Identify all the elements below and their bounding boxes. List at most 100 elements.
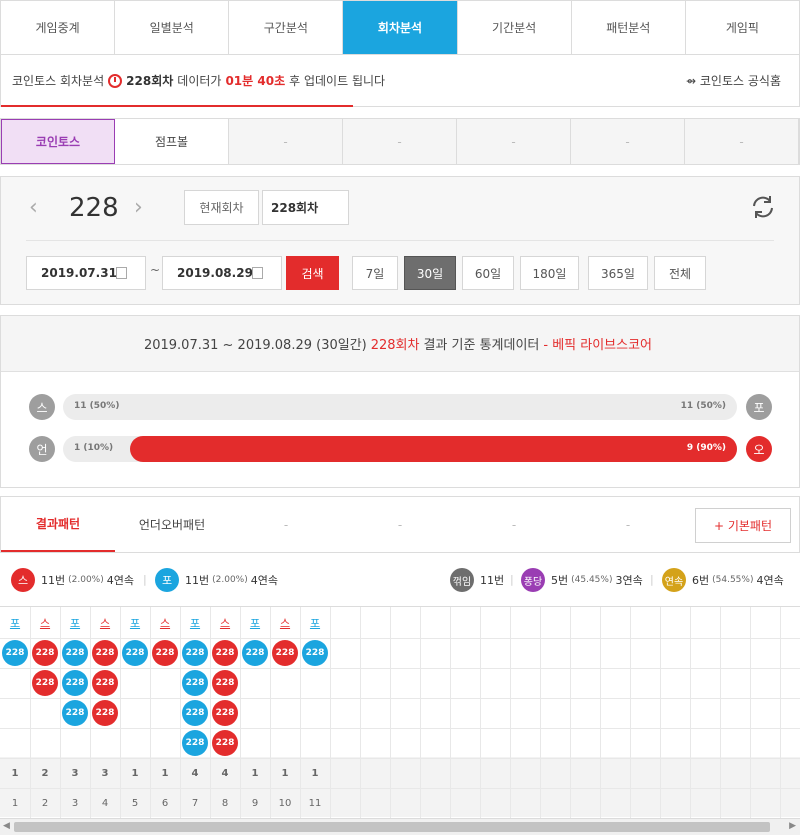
grid-row-line xyxy=(0,638,800,639)
result-ball: 228 xyxy=(122,640,148,666)
current-round-button[interactable]: 현재회차 xyxy=(184,190,259,225)
official-home-link[interactable]: ⇴ 코인토스 공식홈 xyxy=(686,72,781,89)
grid-col-head: 스 xyxy=(279,616,291,630)
column-index: 9 xyxy=(251,797,259,809)
countdown: 01분 40초 xyxy=(225,74,286,88)
update-info-bar: 코인토스 회차분석 228회차 데이터가 01분 40초 후 업데이트 됩니다 … xyxy=(0,55,800,107)
s-streak: 4연속 xyxy=(106,574,134,587)
nav-tab-6[interactable]: 패턴분석 xyxy=(572,1,686,54)
round-input[interactable]: 228회차 xyxy=(262,190,349,225)
column-index: 6 xyxy=(161,797,169,809)
game-round-title: 코인토스 회차분석 xyxy=(12,74,105,88)
column-index: 8 xyxy=(221,797,229,809)
grid-col-head: 스 xyxy=(99,616,111,630)
game-tab-7[interactable]: - xyxy=(685,119,799,164)
search-button[interactable]: 검색 xyxy=(286,256,339,290)
nav-tab-5[interactable]: 기간분석 xyxy=(458,1,572,54)
stats-header: 2019.07.31 ~ 2019.08.29 (30일간) 228회차 결과 … xyxy=(1,316,799,372)
period-button-4[interactable]: 180일 xyxy=(520,256,579,290)
p-pct: (2.00%) xyxy=(212,575,248,585)
stat-right-value: 9 (90%) xyxy=(686,443,726,453)
official-home-label: 코인토스 공식홈 xyxy=(699,74,781,88)
column-index: 11 xyxy=(308,797,322,809)
grid-col-head: 포 xyxy=(309,616,321,630)
result-ball: 228 xyxy=(182,730,208,756)
nav-tab-1[interactable]: 게임중계 xyxy=(1,1,116,54)
pong-pct: (45.45%) xyxy=(571,575,613,585)
pattern-tab-4[interactable]: - xyxy=(343,497,457,552)
basic-pattern-button[interactable]: + 기본패턴 xyxy=(695,508,791,543)
grid-row-line xyxy=(0,728,800,729)
column-index: 4 xyxy=(101,797,109,809)
game-tab-3[interactable]: - xyxy=(229,119,343,164)
s-badge: 스 xyxy=(11,568,35,592)
pattern-tab-1[interactable]: 결과패턴 xyxy=(1,497,115,552)
divider xyxy=(26,240,774,241)
column-index: 10 xyxy=(278,797,292,809)
column-index: 1 xyxy=(11,797,19,809)
grid-row-line xyxy=(0,668,800,669)
pattern-summary: 스 11번 (2.00%) 4연속 | 포 11번 (2.00%) 4연속 꺾임 11번… xyxy=(0,562,800,598)
result-ball: 228 xyxy=(182,700,208,726)
streak-count: 1 xyxy=(161,767,169,779)
prev-round-icon[interactable]: ‹ xyxy=(29,195,38,220)
summary-pong: 퐁당 5번 (45.45%) 3연속 xyxy=(521,562,643,598)
result-ball: 228 xyxy=(182,640,208,666)
pattern-tab-6[interactable]: - xyxy=(571,497,685,552)
scrollbar-thumb[interactable] xyxy=(14,822,770,832)
date-to-value: 2019.08.29 xyxy=(177,266,253,280)
result-ball: 228 xyxy=(212,730,238,756)
stats-suffix: 결과 기준 통계데이터 xyxy=(423,338,540,353)
result-ball: 228 xyxy=(2,640,28,666)
period-button-2[interactable]: 30일 xyxy=(404,256,456,290)
grid-col-head: 포 xyxy=(69,616,81,630)
round-panel: ‹ 228 › 현재회차 228회차 2019.07.31 ~ 2019.08.… xyxy=(0,176,800,305)
result-ball: 228 xyxy=(212,700,238,726)
calendar-icon xyxy=(252,267,263,279)
nav-tab-7[interactable]: 게임픽 xyxy=(686,1,799,54)
s-pct: (2.00%) xyxy=(68,575,104,585)
date-to-input[interactable]: 2019.08.29 xyxy=(162,256,282,290)
refresh-icon[interactable] xyxy=(749,193,777,221)
break-count: 11번 xyxy=(480,574,505,587)
stats-range: 2019.07.31 ~ 2019.08.29 (30일간) xyxy=(143,338,367,353)
result-ball: 228 xyxy=(92,670,118,696)
game-tab-2[interactable]: 점프볼 xyxy=(115,119,229,164)
nav-tab-3[interactable]: 구간분석 xyxy=(229,1,344,54)
streak-count: 1 xyxy=(281,767,289,779)
date-from-input[interactable]: 2019.07.31 xyxy=(26,256,146,290)
streak-count: 1 xyxy=(311,767,319,779)
update-progress-bar xyxy=(1,105,353,107)
result-ball: 228 xyxy=(182,670,208,696)
stats-round: 228회차 xyxy=(370,338,420,353)
nav-tab-2[interactable]: 일별분석 xyxy=(115,1,230,54)
summary-p: 포 11번 (2.00%) 4연속 xyxy=(155,562,278,598)
streak-count: 1 xyxy=(131,767,139,779)
period-button-6[interactable]: 전체 xyxy=(654,256,706,290)
pattern-grid: 포 228 1 1 스 228 228 2 2 포 228 228 228 3 3 스 228 228 228 3 4 포… xyxy=(0,606,800,819)
pattern-tab-5[interactable]: - xyxy=(457,497,571,552)
yeon-streak: 4연속 xyxy=(756,574,784,587)
pattern-tab-2[interactable]: 언더오버패턴 xyxy=(115,497,229,552)
streak-count: 1 xyxy=(11,767,19,779)
date-range-tilde: ~ xyxy=(150,263,161,277)
streak-count: 4 xyxy=(191,767,199,779)
period-button-3[interactable]: 60일 xyxy=(462,256,514,290)
stat-right-badge: 포 xyxy=(746,394,772,420)
scroll-right-icon[interactable]: ▶ xyxy=(789,821,796,831)
result-ball: 228 xyxy=(62,640,88,666)
game-tab-6[interactable]: - xyxy=(571,119,685,164)
game-tabs: 코인토스 점프볼 - - - - - xyxy=(0,118,800,165)
next-round-icon[interactable]: › xyxy=(134,195,143,220)
scroll-left-icon[interactable]: ◀ xyxy=(3,821,10,831)
period-button-5[interactable]: 365일 xyxy=(588,256,648,290)
horizontal-scrollbar[interactable]: ◀ ▶ xyxy=(0,818,800,835)
game-tab-1[interactable]: 코인토스 xyxy=(1,119,115,164)
pattern-tab-3[interactable]: - xyxy=(229,497,343,552)
column-index: 2 xyxy=(41,797,49,809)
stat-right-badge: 오 xyxy=(746,436,772,462)
game-tab-5[interactable]: - xyxy=(457,119,571,164)
period-button-1[interactable]: 7일 xyxy=(352,256,398,290)
nav-tab-4[interactable]: 회차분석 xyxy=(343,1,458,54)
game-tab-4[interactable]: - xyxy=(343,119,457,164)
